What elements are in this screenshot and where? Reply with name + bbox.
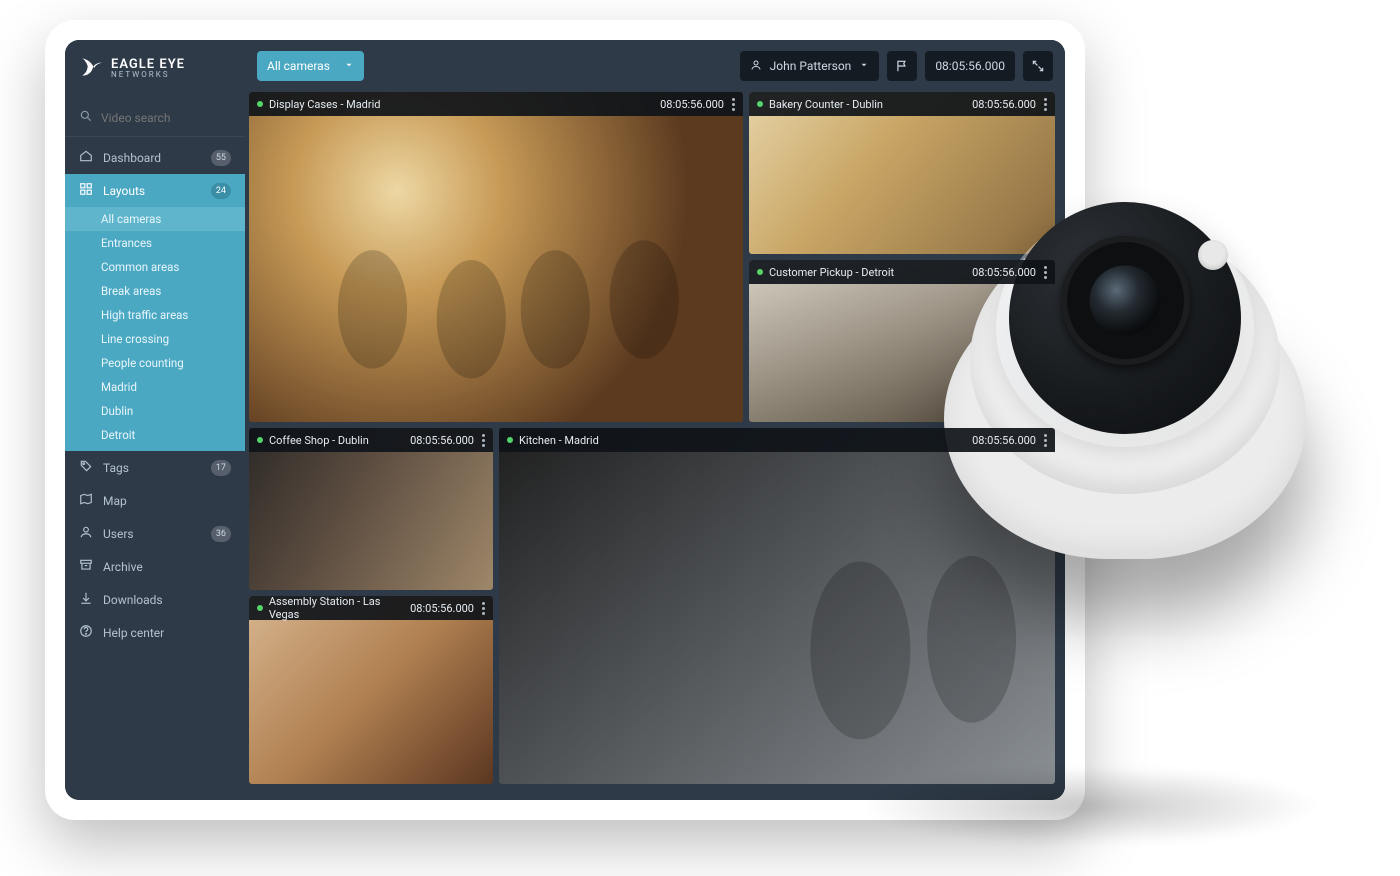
- sidebar-item-help[interactable]: Help center: [65, 616, 245, 649]
- user-icon: [750, 59, 762, 74]
- badge: 24: [211, 183, 231, 199]
- home-icon: [79, 149, 93, 166]
- sidebar-item-map[interactable]: Map: [65, 484, 245, 517]
- dome-camera-illustration: [910, 150, 1340, 580]
- map-icon: [79, 492, 93, 509]
- tile-title: Kitchen - Madrid: [519, 434, 599, 447]
- clock-display: 08:05:56.000: [925, 51, 1015, 81]
- tile-time: 08:05:56.000: [972, 266, 1036, 279]
- tile-more-button[interactable]: [1044, 266, 1047, 279]
- brand-sub: NETWORKS: [111, 71, 185, 79]
- brand-logo: EAGLE EYE NETWORKS: [65, 40, 245, 91]
- tile-title: Customer Pickup - Detroit: [769, 266, 894, 279]
- tile-time: 08:05:56.000: [410, 602, 474, 615]
- chevron-down-icon: [859, 59, 869, 73]
- layout-dropdown[interactable]: All cameras: [257, 51, 364, 81]
- video-search[interactable]: [65, 99, 245, 137]
- tile-header: Bakery Counter - Dublin 08:05:56.000: [749, 92, 1055, 116]
- sidebar: EAGLE EYE NETWORKS Dashboard 55: [65, 40, 245, 800]
- nav-label: Map: [103, 494, 127, 508]
- user-menu[interactable]: John Patterson: [740, 51, 880, 81]
- tile-coffee-shop-dublin[interactable]: Coffee Shop - Dublin 08:05:56.000: [249, 428, 493, 590]
- archive-icon: [79, 558, 93, 575]
- search-input[interactable]: [101, 111, 231, 125]
- sub-all-cameras[interactable]: All cameras: [65, 207, 245, 231]
- badge: 55: [211, 150, 231, 166]
- tile-title: Assembly Station - Las Vegas: [269, 596, 410, 621]
- sidebar-item-archive[interactable]: Archive: [65, 550, 245, 583]
- download-icon: [79, 591, 93, 608]
- user-icon: [79, 525, 93, 542]
- sub-madrid[interactable]: Madrid: [65, 375, 245, 399]
- tile-title: Coffee Shop - Dublin: [269, 434, 369, 447]
- tile-header: Kitchen - Madrid 08:05:56.000: [499, 428, 1055, 452]
- tile-display-cases-madrid[interactable]: Display Cases - Madrid 08:05:56.000: [249, 92, 743, 422]
- chevron-down-icon: [344, 59, 354, 73]
- sub-entrances[interactable]: Entrances: [65, 231, 245, 255]
- eagle-icon: [79, 54, 105, 83]
- sidebar-item-users[interactable]: Users 36: [65, 517, 245, 550]
- tile-more-button[interactable]: [1044, 434, 1047, 447]
- sub-high-traffic-areas[interactable]: High traffic areas: [65, 303, 245, 327]
- help-icon: [79, 624, 93, 641]
- live-indicator-icon: [257, 437, 263, 443]
- sub-people-counting[interactable]: People counting: [65, 351, 245, 375]
- layouts-submenu: All cameras Entrances Common areas Break…: [65, 207, 245, 451]
- badge: 36: [211, 526, 231, 542]
- tile-more-button[interactable]: [482, 602, 485, 615]
- camera-shadow: [860, 766, 1320, 846]
- fullscreen-button[interactable]: [1023, 51, 1053, 81]
- tile-assembly-station-las-vegas[interactable]: Assembly Station - Las Vegas 08:05:56.00…: [249, 596, 493, 784]
- live-indicator-icon: [507, 437, 513, 443]
- flag-button[interactable]: [887, 51, 917, 81]
- search-icon: [79, 109, 93, 126]
- sidebar-item-dashboard[interactable]: Dashboard 55: [65, 141, 245, 174]
- tile-time: 08:05:56.000: [660, 98, 724, 111]
- nav-label: Archive: [103, 560, 143, 574]
- nav-label: Layouts: [103, 184, 145, 198]
- nav-label: Tags: [103, 461, 129, 475]
- badge: 17: [211, 460, 231, 476]
- tile-header: Display Cases - Madrid 08:05:56.000: [249, 92, 743, 116]
- user-name: John Patterson: [770, 59, 852, 73]
- sub-line-crossing[interactable]: Line crossing: [65, 327, 245, 351]
- nav-label: Downloads: [103, 593, 163, 607]
- tile-time: 08:05:56.000: [972, 98, 1036, 111]
- tile-title: Bakery Counter - Dublin: [769, 98, 883, 111]
- nav-label: Users: [103, 527, 134, 541]
- sub-common-areas[interactable]: Common areas: [65, 255, 245, 279]
- tag-icon: [79, 459, 93, 476]
- sidebar-item-tags[interactable]: Tags 17: [65, 451, 245, 484]
- topbar: All cameras John Patterson 08:05:56.000: [245, 40, 1065, 92]
- sub-dublin[interactable]: Dublin: [65, 399, 245, 423]
- tile-more-button[interactable]: [482, 434, 485, 447]
- live-indicator-icon: [257, 605, 263, 611]
- tile-time: 08:05:56.000: [972, 434, 1036, 447]
- live-indicator-icon: [757, 269, 763, 275]
- nav-label: Dashboard: [103, 151, 161, 165]
- tile-header: Customer Pickup - Detroit 08:05:56.000: [749, 260, 1055, 284]
- sub-break-areas[interactable]: Break areas: [65, 279, 245, 303]
- tile-time: 08:05:56.000: [410, 434, 474, 447]
- tile-more-button[interactable]: [732, 98, 735, 111]
- dropdown-label: All cameras: [267, 59, 330, 73]
- sidebar-item-layouts[interactable]: Layouts 24: [65, 174, 245, 207]
- sidebar-item-downloads[interactable]: Downloads: [65, 583, 245, 616]
- sub-detroit[interactable]: Detroit: [65, 423, 245, 447]
- live-indicator-icon: [757, 101, 763, 107]
- nav-label: Help center: [103, 626, 164, 640]
- tile-header: Coffee Shop - Dublin 08:05:56.000: [249, 428, 493, 452]
- tile-title: Display Cases - Madrid: [269, 98, 380, 111]
- tile-header: Assembly Station - Las Vegas 08:05:56.00…: [249, 596, 493, 620]
- grid-icon: [79, 182, 93, 199]
- tile-more-button[interactable]: [1044, 98, 1047, 111]
- live-indicator-icon: [257, 101, 263, 107]
